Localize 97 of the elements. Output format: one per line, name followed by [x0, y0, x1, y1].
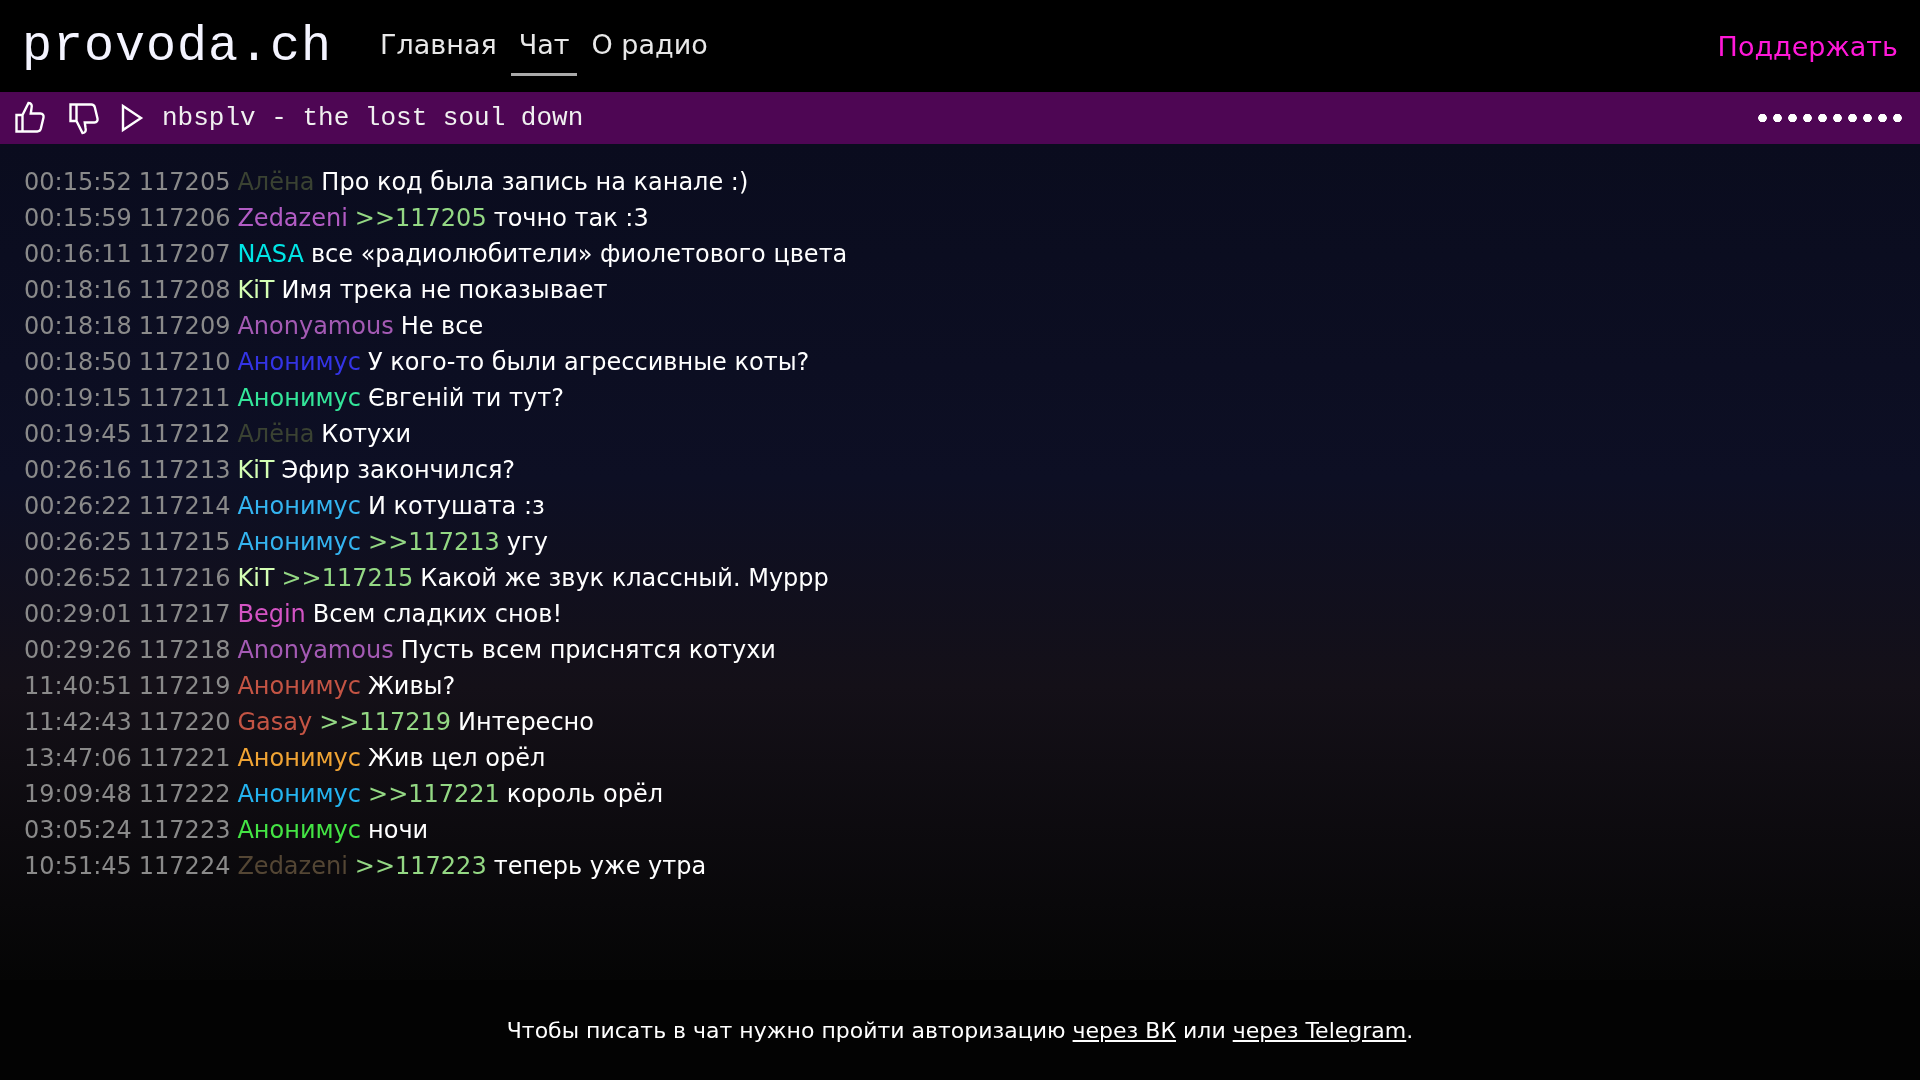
message-author: Anonyamous	[237, 311, 394, 342]
message-author: KiT	[237, 455, 275, 486]
message-author: Begin	[237, 599, 306, 630]
site-logo[interactable]: provoda.ch	[22, 17, 333, 75]
message-id: 117213	[138, 455, 231, 486]
message-author: Анонимус	[237, 779, 361, 810]
message-text: Какой же звук классный. Муррр	[420, 563, 829, 594]
message-id: 117211	[138, 383, 231, 414]
message-time: 00:15:52	[24, 167, 132, 198]
message-id: 117210	[138, 347, 231, 378]
message-text: Имя трека не показывает	[281, 275, 608, 306]
message-author: KiT	[237, 275, 275, 306]
message-text: Не все	[400, 311, 484, 342]
message-time: 00:18:50	[24, 347, 132, 378]
play-icon[interactable]	[120, 103, 144, 133]
message-id: 117206	[138, 203, 231, 234]
message-text: точно так :3	[493, 203, 649, 234]
message-text: Пусть всем приснятся котухи	[400, 635, 776, 666]
message-author: NASA	[237, 239, 304, 270]
message-time: 00:15:59	[24, 203, 132, 234]
message-id: 117212	[138, 419, 231, 450]
message-text: И котушата :з	[368, 491, 545, 522]
message-time: 10:51:45	[24, 851, 132, 882]
message-text: угу	[506, 527, 548, 558]
message-id: 117205	[138, 167, 231, 198]
reply-link[interactable]: >>117213	[368, 524, 500, 560]
volume-fill[interactable]	[1758, 113, 1902, 123]
message-id: 117222	[138, 779, 231, 810]
message-text: Котухи	[321, 419, 412, 450]
message-id: 117214	[138, 491, 231, 522]
message-id: 117221	[138, 743, 231, 774]
message-id: 117219	[138, 671, 231, 702]
message-time: 03:05:24	[24, 815, 132, 846]
message-text: Всем сладких снов!	[312, 599, 563, 630]
message-id: 117208	[138, 275, 231, 306]
message-author: Анонимус	[237, 743, 361, 774]
message-id: 117209	[138, 311, 231, 342]
reply-link[interactable]: >>117215	[281, 560, 414, 596]
vk-link[interactable]: через ВК	[1072, 1017, 1176, 1043]
message-id: 117223	[138, 815, 231, 846]
message-id: 117217	[138, 599, 231, 630]
message-time: 00:29:01	[24, 599, 132, 630]
message-id: 117207	[138, 239, 231, 270]
message-author: Zedazeni	[237, 851, 348, 882]
message-id: 117220	[138, 707, 231, 738]
message-time: 11:42:43	[24, 707, 132, 738]
message-time: 00:19:45	[24, 419, 132, 450]
reply-link[interactable]: >>117223	[354, 848, 487, 884]
message-text: Євгеній ти тут?	[368, 383, 564, 414]
message-id: 117215	[138, 527, 231, 558]
message-time: 00:16:11	[24, 239, 132, 270]
footer-text: .	[1406, 1017, 1414, 1043]
message-id: 117224	[138, 851, 231, 882]
reply-link[interactable]: >>117219	[319, 704, 451, 740]
message-author: Анонимус	[237, 491, 361, 522]
footer-text: Чтобы писать в чат нужно пройти авторизацию	[506, 1017, 1066, 1043]
message-text: Эфир закончился?	[281, 455, 516, 486]
nav-tab[interactable]: Чат	[510, 0, 578, 76]
telegram-link[interactable]: через Telegram	[1232, 1017, 1407, 1043]
message-author: KiT	[237, 563, 275, 594]
nav-tab[interactable]: О радио	[583, 0, 716, 76]
message-author: Анонимус	[237, 671, 361, 702]
message-text: король орёл	[506, 779, 664, 810]
track-title: nbsplv - the lost soul down	[162, 103, 585, 133]
reply-link[interactable]: >>117205	[354, 200, 487, 236]
message-time: 13:47:06	[24, 743, 132, 774]
message-text: Живы?	[368, 671, 456, 702]
message-text: Интересно	[458, 707, 594, 738]
support-link[interactable]: Поддержать	[1717, 30, 1898, 62]
message-time: 00:18:18	[24, 311, 132, 342]
message-time: 00:19:15	[24, 383, 132, 414]
message-time: 00:26:25	[24, 527, 132, 558]
message-author: Анонимус	[237, 347, 361, 378]
message-id: 117216	[138, 563, 231, 594]
footer-text: или	[1183, 1017, 1226, 1043]
message-author: Анонимус	[237, 815, 361, 846]
message-time: 00:29:26	[24, 635, 132, 666]
message-time: 00:26:16	[24, 455, 132, 486]
message-author: Anonyamous	[237, 635, 394, 666]
message-time: 00:26:22	[24, 491, 132, 522]
message-author: Анонимус	[237, 527, 361, 558]
message-text: теперь уже утра	[493, 851, 707, 882]
message-author: Gasay	[237, 707, 313, 738]
message-text: У кого-то были агрессивные коты?	[368, 347, 810, 378]
message-text: Жив цел орёл	[368, 743, 546, 774]
message-id: 117218	[138, 635, 231, 666]
message-text: Про код была запись на канале :)	[321, 167, 749, 198]
message-author: Анонимус	[237, 383, 361, 414]
message-author: Zedazeni	[237, 203, 348, 234]
message-time: 00:26:52	[24, 563, 132, 594]
message-time: 00:18:16	[24, 275, 132, 306]
message-time: 19:09:48	[24, 779, 132, 810]
reply-link[interactable]: >>117221	[368, 776, 500, 812]
message-text: все «радиолюбители» фиолетового цвета	[310, 239, 848, 270]
message-time: 11:40:51	[24, 671, 132, 702]
nav-tab[interactable]: Главная	[372, 0, 505, 76]
message-text: ночи	[368, 815, 429, 846]
